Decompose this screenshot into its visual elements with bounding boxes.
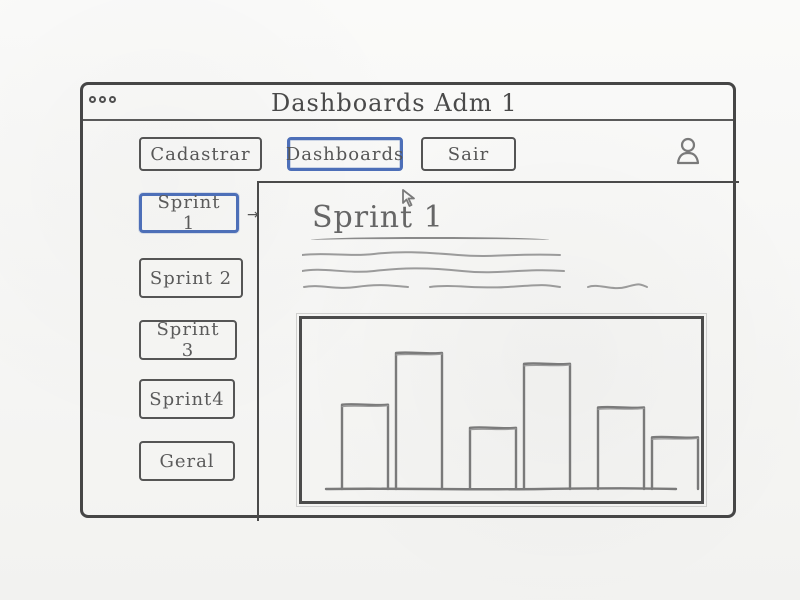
chart-bar-group-3-series-1 [596,405,646,491]
chart-bar-group-1-series-1 [340,403,390,491]
chart-baseline [324,487,678,491]
sidebar-item-sprint-1[interactable]: Sprint 1 [139,192,239,234]
app-window: Dashboards Adm 1 Cadastrar Dashboards Sa… [80,82,739,521]
user-icon[interactable] [673,135,703,167]
chart-bar-group-2-series-2 [522,362,572,491]
placeholder-text-lines [302,251,648,290]
chart-bar-group-1-series-2 [394,351,444,491]
chart-bar-top-group-1-series-2 [395,353,443,356]
sidebar-item-sprint-3[interactable]: Sprint 3 [139,319,237,361]
page-title: Sprint 1 [312,200,444,235]
sair-button[interactable]: Sair [421,137,516,171]
cursor-icon [401,189,417,207]
window-control-icon[interactable] [109,96,116,103]
sidebar: Sprint 1 Sprint 2 Sprint 3 Sprint4 Geral [83,181,259,521]
sidebar-item-geral[interactable]: Geral [139,441,235,481]
chart-bar-top-group-3-series-1 [597,407,645,410]
chart-bar-group-3-series-2 [650,435,700,491]
sidebar-item-sprint-4[interactable]: Sprint4 [139,379,235,419]
title-underline [311,237,549,243]
title-bar: Dashboards Adm 1 [83,85,733,121]
chart-bar-group-2-series-1 [468,426,518,491]
window-control-icon[interactable] [99,96,106,103]
bar-chart [324,351,700,491]
cadastrar-button[interactable]: Cadastrar [139,137,262,171]
chart-bar-top-group-3-series-2 [651,437,699,440]
main-content: Sprint 1 [259,181,739,521]
window-control-icon[interactable] [89,96,96,103]
chart-panel [299,316,704,504]
sidebar-item-sprint-2[interactable]: Sprint 2 [139,258,243,298]
selection-arrow-icon: → [247,207,259,223]
window-controls [89,96,116,103]
top-navigation: Cadastrar Dashboards Sair [139,137,739,177]
chart-bar-top-group-2-series-1 [469,428,517,431]
dashboards-button[interactable]: Dashboards [286,137,403,171]
window-title: Dashboards Adm 1 [271,89,518,117]
chart-bar-top-group-1-series-1 [341,405,389,408]
chart-bar-top-group-2-series-2 [523,364,571,367]
